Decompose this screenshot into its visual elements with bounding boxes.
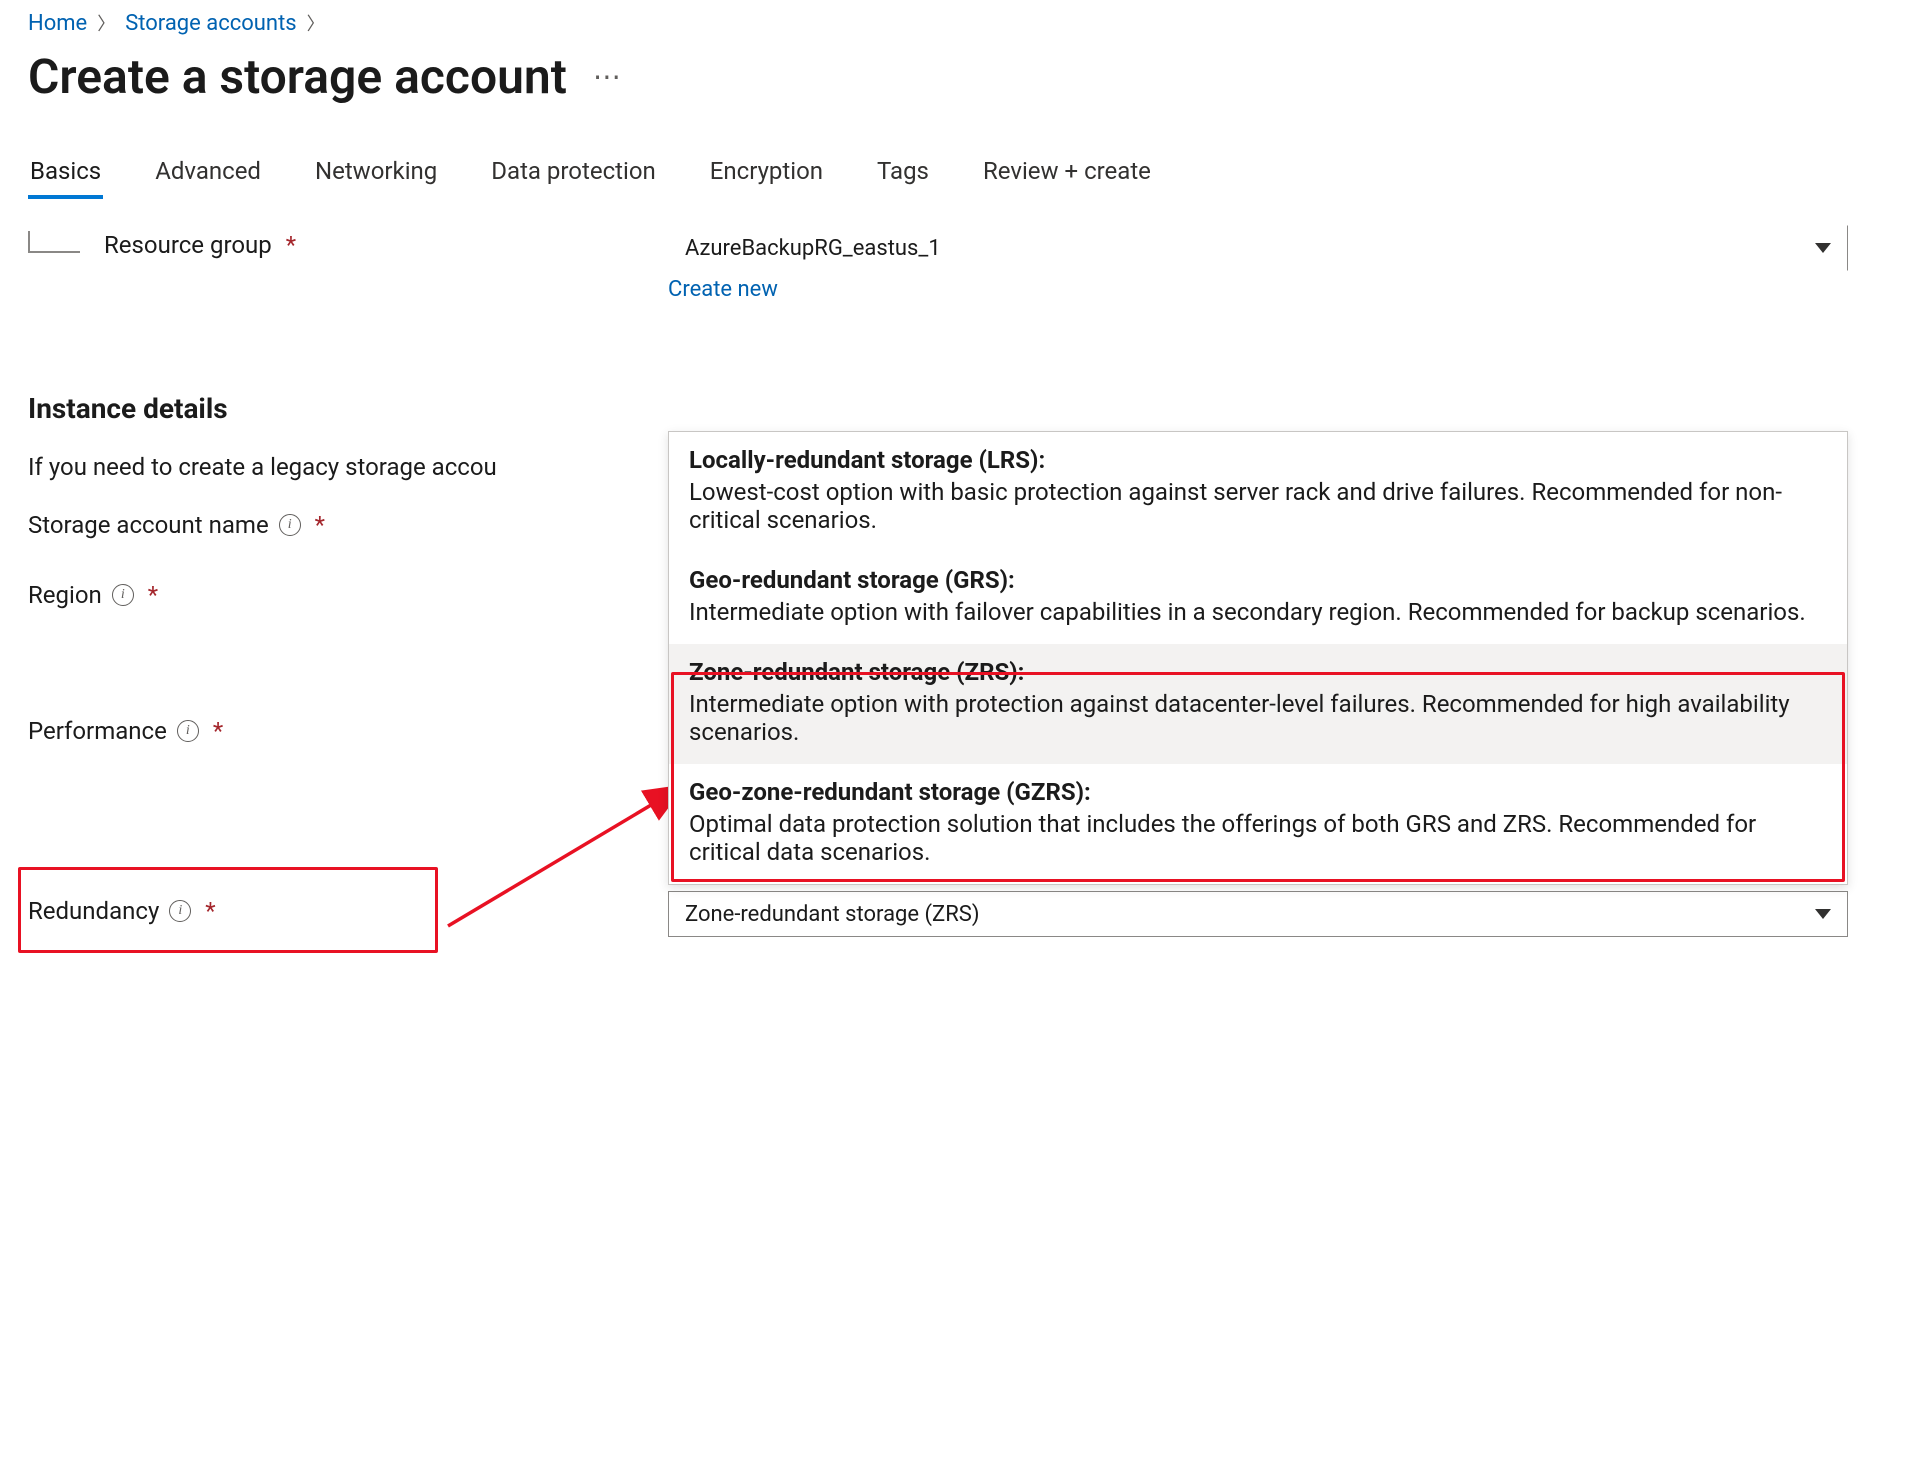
tree-branch-icon <box>28 231 80 253</box>
required-asterisk: * <box>282 231 296 259</box>
option-title: Zone-redundant storage (ZRS): <box>689 658 1827 686</box>
performance-label: Performance i * <box>28 711 668 745</box>
option-desc: Intermediate option with protection agai… <box>689 690 1827 746</box>
instance-details-heading: Instance details <box>28 392 1881 425</box>
create-new-link[interactable]: Create new <box>668 277 778 302</box>
chevron-down-icon <box>1815 243 1831 253</box>
region-label: Region i * <box>28 575 668 609</box>
tab-tags[interactable]: Tags <box>875 151 931 199</box>
redundancy-option-grs[interactable]: Geo-redundant storage (GRS): Intermediat… <box>669 552 1847 644</box>
more-icon[interactable]: ⋯ <box>593 60 624 93</box>
required-asterisk: * <box>144 581 158 609</box>
breadcrumb: Home 〉 Storage accounts 〉 <box>28 10 1881 36</box>
tab-strip: Basics Advanced Networking Data protecti… <box>28 151 1881 199</box>
info-icon[interactable]: i <box>169 900 191 922</box>
option-desc: Lowest-cost option with basic protection… <box>689 478 1827 534</box>
chevron-down-icon <box>1815 909 1831 919</box>
required-asterisk: * <box>201 897 215 925</box>
chevron-right-icon: 〉 <box>307 10 325 36</box>
info-icon[interactable]: i <box>112 584 134 606</box>
resource-group-value: AzureBackupRG_eastus_1 <box>685 236 941 261</box>
performance-label-text: Performance <box>28 717 167 745</box>
storage-account-name-label: Storage account name i * <box>28 505 668 539</box>
redundancy-dropdown-list: Locally-redundant storage (LRS): Lowest-… <box>668 431 1848 885</box>
required-asterisk: * <box>311 511 325 539</box>
redundancy-value: Zone-redundant storage (ZRS) <box>685 902 980 927</box>
tab-encryption[interactable]: Encryption <box>708 151 825 199</box>
info-icon[interactable]: i <box>177 720 199 742</box>
redundancy-label-text: Redundancy <box>28 897 159 925</box>
redundancy-option-zrs[interactable]: Zone-redundant storage (ZRS): Intermedia… <box>669 644 1847 764</box>
tab-data-protection[interactable]: Data protection <box>489 151 658 199</box>
region-label-text: Region <box>28 581 102 609</box>
redundancy-option-gzrs[interactable]: Geo-zone-redundant storage (GZRS): Optim… <box>669 764 1847 884</box>
breadcrumb-storage-accounts[interactable]: Storage accounts <box>125 11 296 36</box>
breadcrumb-home[interactable]: Home <box>28 11 87 36</box>
resource-group-label: Resource group * <box>28 225 668 259</box>
option-desc: Intermediate option with failover capabi… <box>689 598 1827 626</box>
required-asterisk: * <box>209 717 223 745</box>
chevron-right-icon: 〉 <box>97 10 115 36</box>
storage-account-name-text: Storage account name <box>28 511 269 539</box>
tab-networking[interactable]: Networking <box>313 151 439 199</box>
page-title: Create a storage account <box>28 48 567 105</box>
option-title: Geo-redundant storage (GRS): <box>689 566 1827 594</box>
tab-advanced[interactable]: Advanced <box>153 151 263 199</box>
option-desc: Optimal data protection solution that in… <box>689 810 1827 866</box>
option-title: Geo-zone-redundant storage (GZRS): <box>689 778 1827 806</box>
redundancy-select[interactable]: Zone-redundant storage (ZRS) <box>668 891 1848 937</box>
tab-review-create[interactable]: Review + create <box>981 151 1153 199</box>
option-title: Locally-redundant storage (LRS): <box>689 446 1827 474</box>
tab-basics[interactable]: Basics <box>28 151 103 199</box>
resource-group-label-text: Resource group <box>104 231 272 259</box>
info-icon[interactable]: i <box>279 514 301 536</box>
redundancy-option-lrs[interactable]: Locally-redundant storage (LRS): Lowest-… <box>669 432 1847 552</box>
resource-group-select[interactable]: AzureBackupRG_eastus_1 <box>668 225 1848 271</box>
